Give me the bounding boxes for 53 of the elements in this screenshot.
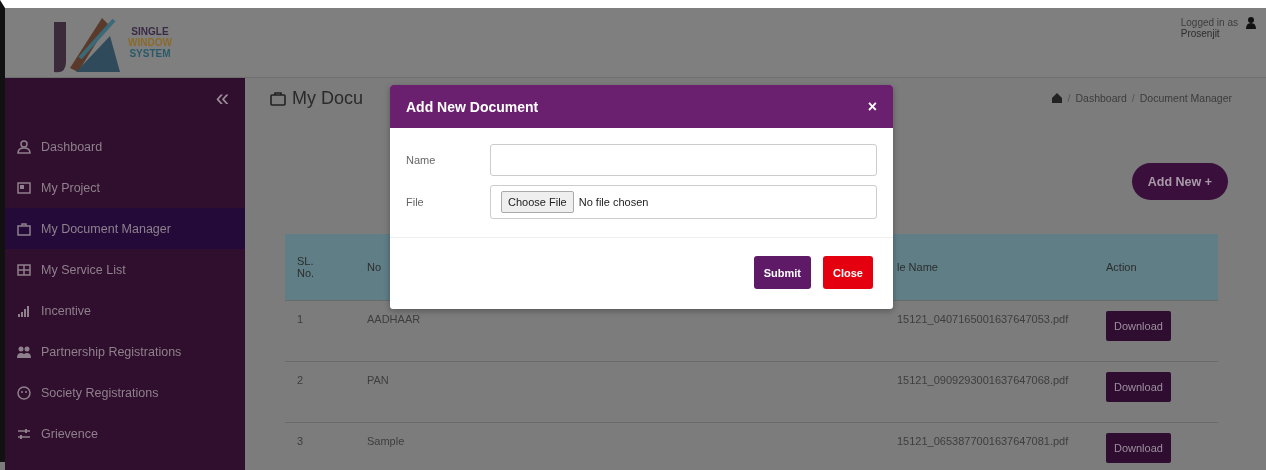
- submit-button[interactable]: Submit: [753, 256, 812, 289]
- add-new-button[interactable]: Add New +: [1131, 163, 1228, 200]
- sidebar-item[interactable]: Grievence: [5, 413, 245, 454]
- sidebar-item[interactable]: Incentive: [5, 290, 245, 331]
- user-icon: [1246, 16, 1256, 29]
- name-input[interactable]: [490, 144, 877, 176]
- breadcrumb-link[interactable]: Document Manager: [1139, 92, 1232, 104]
- table-cell: PAN: [355, 361, 885, 423]
- briefcase-icon: [270, 90, 286, 106]
- people-icon: [17, 344, 31, 359]
- field-label: Name: [406, 154, 437, 166]
- file-input[interactable]: Choose File No file chosen: [490, 185, 877, 219]
- column-header: Action: [1094, 234, 1218, 301]
- logo-text: SINGLE: [130, 26, 170, 37]
- sidebar-item[interactable]: My Project: [5, 167, 245, 208]
- table-cell: 2: [285, 361, 355, 423]
- field-label: File: [406, 196, 425, 208]
- logo-text: SYSTEM: [128, 48, 172, 59]
- download-button[interactable]: Download: [1106, 372, 1171, 402]
- table-cell: 1: [285, 300, 355, 362]
- download-button[interactable]: Download: [1106, 433, 1171, 463]
- sidebar-item[interactable]: Society Registrations: [5, 372, 245, 413]
- sidebar-item[interactable]: Partnership Registrations: [5, 331, 245, 372]
- sidebar-item[interactable]: My Document Manager: [5, 208, 245, 249]
- breadcrumb-separator: /: [1067, 92, 1071, 104]
- grid-icon: [17, 262, 31, 277]
- sidebar-item[interactable]: My Service List: [5, 249, 245, 290]
- page-title: My Docu: [292, 87, 363, 109]
- user-name: Prosenjit: [1180, 27, 1221, 39]
- download-button[interactable]: Download: [1106, 311, 1171, 341]
- table-cell: 15121_0653877001637647081.pdf: [885, 422, 1094, 470]
- choose-file-button[interactable]: Choose File: [501, 191, 574, 213]
- table-cell: 15121_0909293001637647068.pdf: [885, 361, 1094, 423]
- logged-in-label: Logged in as: [1180, 16, 1238, 28]
- file-status: No file chosen: [578, 196, 649, 208]
- id-card-icon: [17, 180, 31, 195]
- user-icon: [17, 139, 31, 154]
- breadcrumb-link[interactable]: Dashboard: [1075, 92, 1127, 104]
- table-cell: 3: [285, 422, 355, 470]
- close-button[interactable]: ×: [867, 97, 877, 116]
- column-header: SL. No.: [285, 234, 355, 301]
- modal-title: Add New Document: [406, 98, 539, 115]
- briefcase-icon: [17, 221, 31, 236]
- breadcrumb-separator: /: [1131, 92, 1135, 104]
- home-icon: [1050, 92, 1063, 104]
- table-cell: Sample: [355, 422, 885, 470]
- face-icon: [17, 385, 31, 400]
- collapse-button[interactable]: «: [215, 84, 229, 112]
- sliders-icon: [17, 426, 31, 441]
- close-modal-button[interactable]: Close: [823, 256, 873, 289]
- bar-chart-icon: [17, 303, 31, 318]
- logo-text: WINDOW: [128, 37, 172, 48]
- sidebar-item[interactable]: Dashboard: [5, 126, 245, 167]
